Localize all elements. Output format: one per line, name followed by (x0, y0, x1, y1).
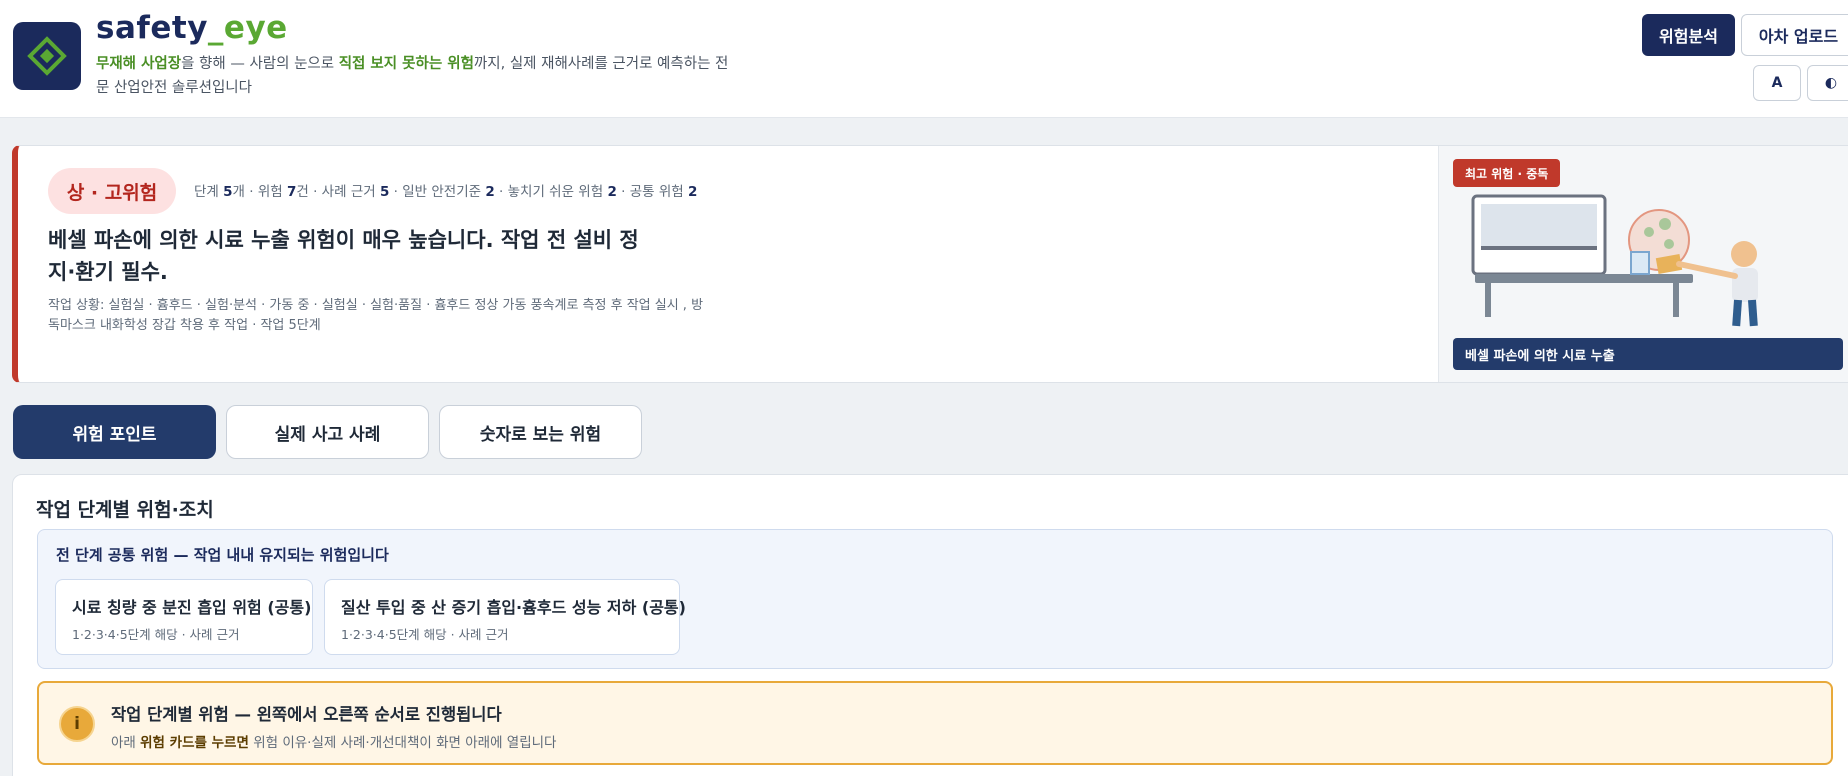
stat-label: 단계 (194, 184, 224, 200)
stage-flow-notice: i 작업 단계별 위험 — 왼쪽에서 오른쪽 순서로 진행됩니다 아래 위험 카… (37, 681, 1833, 765)
brand-name[interactable]: safety_eye (96, 10, 288, 46)
common-risk-card-title: 질산 투입 중 산 증기 흡입·흄후드 성능 저하 (공통) (341, 598, 686, 617)
common-risk-box: 전 단계 공통 위험 — 작업 내내 유지되는 위험입니다 시료 칭량 중 분진… (37, 529, 1833, 669)
near-miss-upload-button[interactable]: 아차 업로드 (1741, 14, 1848, 56)
tab-accident-cases[interactable]: 실제 사고 사례 (226, 405, 429, 459)
common-risk-card-title: 시료 칭량 중 분진 흡입 위험 (공통) (72, 598, 312, 617)
panel-title: 작업 단계별 위험·조치 (36, 499, 214, 521)
stat-label: 개 · 위험 (232, 184, 287, 200)
stat-value: 2 (687, 184, 698, 200)
tagline-highlight-2: 직접 보지 못하는 위험 (338, 56, 474, 72)
risk-stats: 단계 5개 · 위험 7건 · 사례 근거 5 · 일반 안전기준 2 · 놓치… (194, 180, 697, 200)
tagline-text-1: 을 향해 — 사람의 눈으로 (181, 56, 339, 72)
brand-main: safety (96, 10, 208, 46)
tab-risk-numbers[interactable]: 숫자로 보는 위험 (439, 405, 642, 459)
illustration-caption: 베셀 파손에 의한 시료 누출 (1453, 338, 1843, 370)
stat-value: 2 (485, 184, 495, 200)
notice-text-1: 아래 (111, 735, 141, 751)
brand-accent: _eye (207, 10, 288, 46)
notice-text-bold: 위험 카드를 누르면 (140, 735, 249, 751)
stat-value: 5 (379, 184, 390, 200)
common-risk-card-sub: 1·2·3·4·5단계 해당 · 사례 근거 (72, 627, 240, 642)
stage-risk-panel: 작업 단계별 위험·조치 전 단계 공통 위험 — 작업 내내 유지되는 위험입… (12, 474, 1848, 776)
notice-text-2: 위험 이유·실제 사례·개선대책이 화면 아래에 열립니다 (248, 735, 557, 751)
notice-title: 작업 단계별 위험 — 왼쪽에서 오른쪽 순서로 진행됩니다 (111, 705, 502, 724)
app-header: safety_eye 무재해 사업장을 향해 — 사람의 눈으로 직접 보지 못… (0, 0, 1848, 118)
info-icon: i (59, 706, 95, 742)
hazard-illustration: 최고 위험 · 중독 베셀 파손에 의한 시료 누출 (1438, 146, 1848, 382)
common-risk-title: 전 단계 공통 위험 — 작업 내내 유지되는 위험입니다 (56, 546, 389, 564)
risk-summary-card: 상 · 고위험 단계 5개 · 위험 7건 · 사례 근거 5 · 일반 안전기… (12, 145, 1848, 383)
common-risk-card-sub: 1·2·3·4·5단계 해당 · 사례 근거 (341, 627, 509, 642)
stat-value: 7 (286, 184, 297, 200)
top-risk-badge: 최고 위험 · 중독 (1453, 159, 1561, 187)
stat-label: · 공통 위험 (616, 184, 688, 200)
stat-value: 2 (607, 184, 617, 200)
common-risk-card[interactable]: 질산 투입 중 산 증기 흡입·흄후드 성능 저하 (공통) 1·2·3·4·5… (324, 579, 686, 655)
risk-level-badge: 상 · 고위험 (48, 168, 176, 214)
risk-analysis-button[interactable]: 위험분석 (1642, 14, 1735, 56)
work-situation-text: 작업 상황: 실험실 · 흄후드 · 실험·분석 · 가동 중 · 실험실 · … (48, 298, 704, 333)
notice-text: 아래 위험 카드를 누르면 위험 이유·실제 사례·개선대책이 화면 아래에 열… (111, 731, 556, 751)
tagline: 무재해 사업장을 향해 — 사람의 눈으로 직접 보지 못하는 위험까지, 실제… (96, 52, 736, 100)
logo-icon[interactable] (13, 22, 81, 90)
stat-label: · 일반 안전기준 (389, 184, 486, 200)
tab-risk-points[interactable]: 위험 포인트 (13, 405, 216, 459)
stat-value: 5 (223, 184, 233, 200)
contrast-toggle-button[interactable]: ◐ (1807, 65, 1848, 101)
common-risk-card[interactable]: 시료 칭량 중 분진 흡입 위험 (공통) 1·2·3·4·5단계 해당 · 사… (55, 579, 313, 655)
risk-headline: 베셀 파손에 의한 시료 누출 위험이 매우 높습니다. 작업 전 설비 정지·… (48, 228, 639, 284)
font-size-button[interactable]: A (1753, 65, 1801, 101)
stat-label: 건 · 사례 근거 (296, 184, 380, 200)
tagline-highlight-1: 무재해 사업장 (96, 56, 182, 72)
stat-label: · 놓치기 쉬운 위험 (494, 184, 608, 200)
